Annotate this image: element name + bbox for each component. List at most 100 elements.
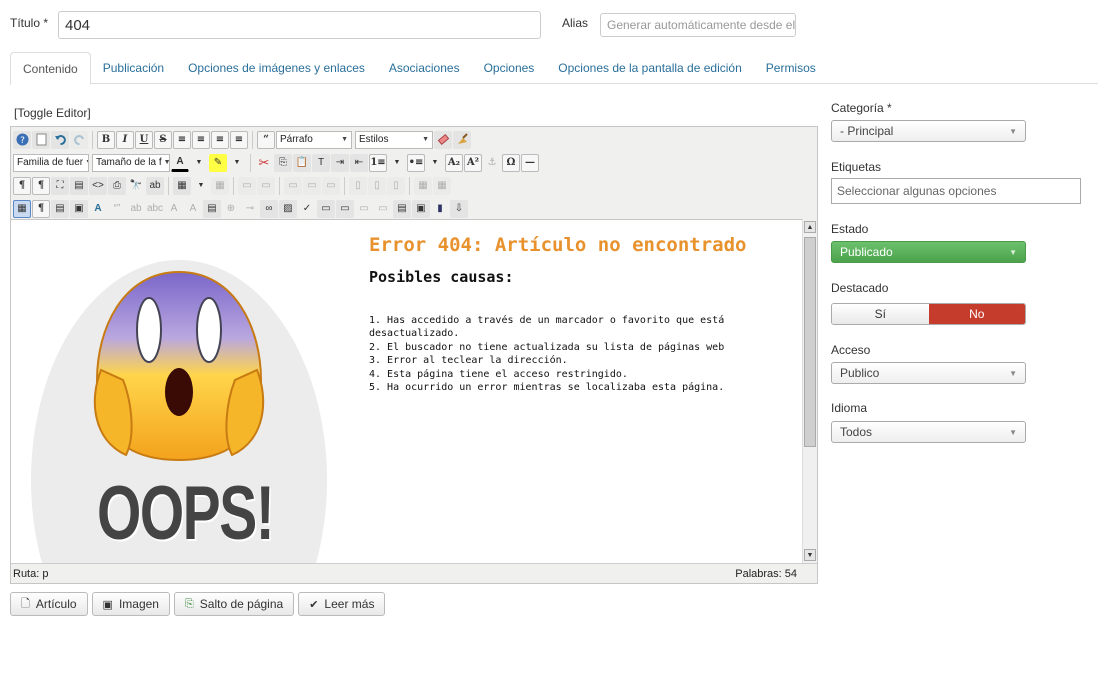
table-icon[interactable]: ▦ <box>173 176 191 195</box>
chevron-down-icon[interactable]: ▼ <box>388 154 406 172</box>
help-icon[interactable]: ? <box>13 130 31 149</box>
replace-icon[interactable]: ab <box>146 176 164 195</box>
nonbreaking-icon[interactable]: ▭ <box>355 200 373 218</box>
chevron-down-icon[interactable]: ▼ <box>228 154 246 172</box>
cite-icon[interactable]: “” <box>108 200 126 218</box>
italic-icon[interactable]: I <box>116 130 134 149</box>
tab-publicacion[interactable]: Publicación <box>91 52 176 84</box>
delete-text-icon[interactable]: A <box>165 200 183 218</box>
cell-props-icon[interactable]: ▭ <box>257 176 275 195</box>
redo-icon[interactable] <box>70 130 88 149</box>
row-after-icon[interactable]: ▭ <box>303 176 321 195</box>
tab-opciones[interactable]: Opciones <box>472 52 547 84</box>
fullscreen-icon[interactable]: ⛶ <box>51 176 69 195</box>
unlink-icon[interactable]: ⊸ <box>241 200 259 218</box>
visual-aid-icon[interactable]: ▦ <box>13 199 31 218</box>
category-select[interactable]: - Principal ▼ <box>831 120 1026 142</box>
chevron-down-icon[interactable]: ▼ <box>192 177 210 195</box>
numbered-list-icon[interactable]: 1≡ <box>369 153 387 172</box>
scroll-down-icon[interactable]: ▼ <box>804 549 816 561</box>
split-cells-icon[interactable]: ▦ <box>414 176 432 195</box>
template-icon[interactable]: ▤ <box>51 199 69 218</box>
row-before-icon[interactable]: ▭ <box>284 176 302 195</box>
layer-icon[interactable]: ⊕ <box>222 200 240 218</box>
blockquote-icon[interactable]: “ <box>257 130 275 149</box>
attributes-icon[interactable]: ▤ <box>203 199 221 218</box>
image-icon[interactable]: ▣ <box>70 199 88 218</box>
tags-input[interactable]: Seleccionar algunas opciones <box>831 178 1081 204</box>
tab-permisos[interactable]: Permisos <box>754 52 828 84</box>
insert-text-icon[interactable]: A <box>184 200 202 218</box>
align-right-icon[interactable]: ≡ <box>230 130 248 149</box>
tab-imagenes-enlaces[interactable]: Opciones de imágenes y enlaces <box>176 52 377 84</box>
special-char-icon[interactable]: Ω <box>502 153 520 172</box>
featured-no-button[interactable]: No <box>928 304 1025 324</box>
image-button[interactable]: ▣ Imagen <box>91 592 170 616</box>
superscript-icon[interactable]: A² <box>464 153 482 172</box>
find-icon[interactable]: 🔭 <box>127 177 145 195</box>
editor-content[interactable]: OOPS! Error 404: Artículo no encontrado … <box>11 219 803 563</box>
picture-icon[interactable]: ▣ <box>412 199 430 218</box>
paste-text-icon[interactable]: T <box>312 153 330 172</box>
undo-icon[interactable] <box>51 130 69 149</box>
abbr-icon[interactable]: ab <box>127 200 145 218</box>
chevron-down-icon[interactable]: ▼ <box>426 154 444 172</box>
status-select[interactable]: Publicado ▼ <box>831 241 1026 263</box>
page-break-button[interactable]: ⎘ Salto de página <box>173 592 295 616</box>
format-select[interactable]: Párrafo ▼ <box>276 130 352 149</box>
font-family-select[interactable]: Familia de fuer▼ <box>13 153 89 172</box>
print-icon[interactable]: ⎙ <box>108 176 126 195</box>
access-select[interactable]: Publico ▼ <box>831 362 1026 384</box>
acronym-icon[interactable]: abc <box>146 200 164 218</box>
bullet-list-icon[interactable]: •≡ <box>407 153 425 172</box>
document-icon[interactable]: ▤ <box>393 199 411 218</box>
editor-scrollbar[interactable]: ▲ ▼ <box>802 219 817 563</box>
font-size-select[interactable]: Tamaño de la f ▼ <box>92 153 170 172</box>
font-color-icon[interactable]: A <box>171 154 189 172</box>
film-icon[interactable]: ▮ <box>431 200 449 218</box>
scroll-up-icon[interactable]: ▲ <box>804 221 816 233</box>
link-icon[interactable]: ∞ <box>260 199 278 218</box>
media-icon[interactable]: ▭ <box>336 199 354 218</box>
subscript-icon[interactable]: A₂ <box>445 153 463 172</box>
paste-icon[interactable]: 📋 <box>293 153 311 172</box>
scroll-thumb[interactable] <box>804 237 816 447</box>
rtl-icon[interactable]: ¶ <box>32 176 50 195</box>
merge-cells-icon[interactable]: ▦ <box>433 176 451 195</box>
align-left-icon[interactable]: ≡ <box>211 130 229 149</box>
tab-contenido[interactable]: Contenido <box>10 52 91 85</box>
language-select[interactable]: Todos ▼ <box>831 421 1026 443</box>
cut-icon[interactable]: ✂ <box>255 154 273 172</box>
preview-icon[interactable]: ▤ <box>70 176 88 195</box>
delete-col-icon[interactable]: ▯ <box>387 176 405 195</box>
spellcheck-icon[interactable]: ✓ <box>298 200 316 218</box>
underline-icon[interactable]: U <box>135 130 153 149</box>
chevron-down-icon[interactable]: ▼ <box>190 154 208 172</box>
row-props-icon[interactable]: ▭ <box>238 176 256 195</box>
eraser-icon[interactable] <box>434 130 452 149</box>
page-break-icon[interactable]: ▭ <box>317 199 335 218</box>
justify-icon[interactable]: ≡ <box>173 130 191 149</box>
featured-yes-button[interactable]: Sí <box>832 304 929 324</box>
delete-table-icon[interactable]: ▦ <box>211 176 229 195</box>
save-icon[interactable]: ⇩ <box>450 199 468 218</box>
indent-icon[interactable]: ⇥ <box>331 153 349 172</box>
highlight-color-icon[interactable]: ✎ <box>209 153 227 172</box>
tab-pantalla-edicion[interactable]: Opciones de la pantalla de edición <box>546 52 753 84</box>
anchor-icon[interactable]: ⚓ <box>483 154 501 172</box>
col-before-icon[interactable]: ▯ <box>349 176 367 195</box>
col-after-icon[interactable]: ▯ <box>368 176 386 195</box>
ltr-icon[interactable]: ¶ <box>13 176 31 195</box>
toggle-editor-link[interactable]: [Toggle Editor] <box>14 106 91 120</box>
code-icon[interactable]: <> <box>89 176 107 195</box>
new-document-icon[interactable] <box>32 130 50 149</box>
bold-icon[interactable]: B <box>97 130 115 149</box>
styles-select[interactable]: Estilos ▼ <box>355 130 433 149</box>
align-center-icon[interactable]: ≡ <box>192 130 210 149</box>
clean-up-icon[interactable] <box>453 130 471 149</box>
alias-input[interactable]: Generar automáticamente desde el <box>600 13 796 37</box>
insert-image-icon[interactable]: ▨ <box>279 199 297 218</box>
show-blocks-icon[interactable]: ¶ <box>32 199 50 218</box>
tab-asociaciones[interactable]: Asociaciones <box>377 52 472 84</box>
read-more-button[interactable]: ✔ Leer más <box>298 592 386 616</box>
